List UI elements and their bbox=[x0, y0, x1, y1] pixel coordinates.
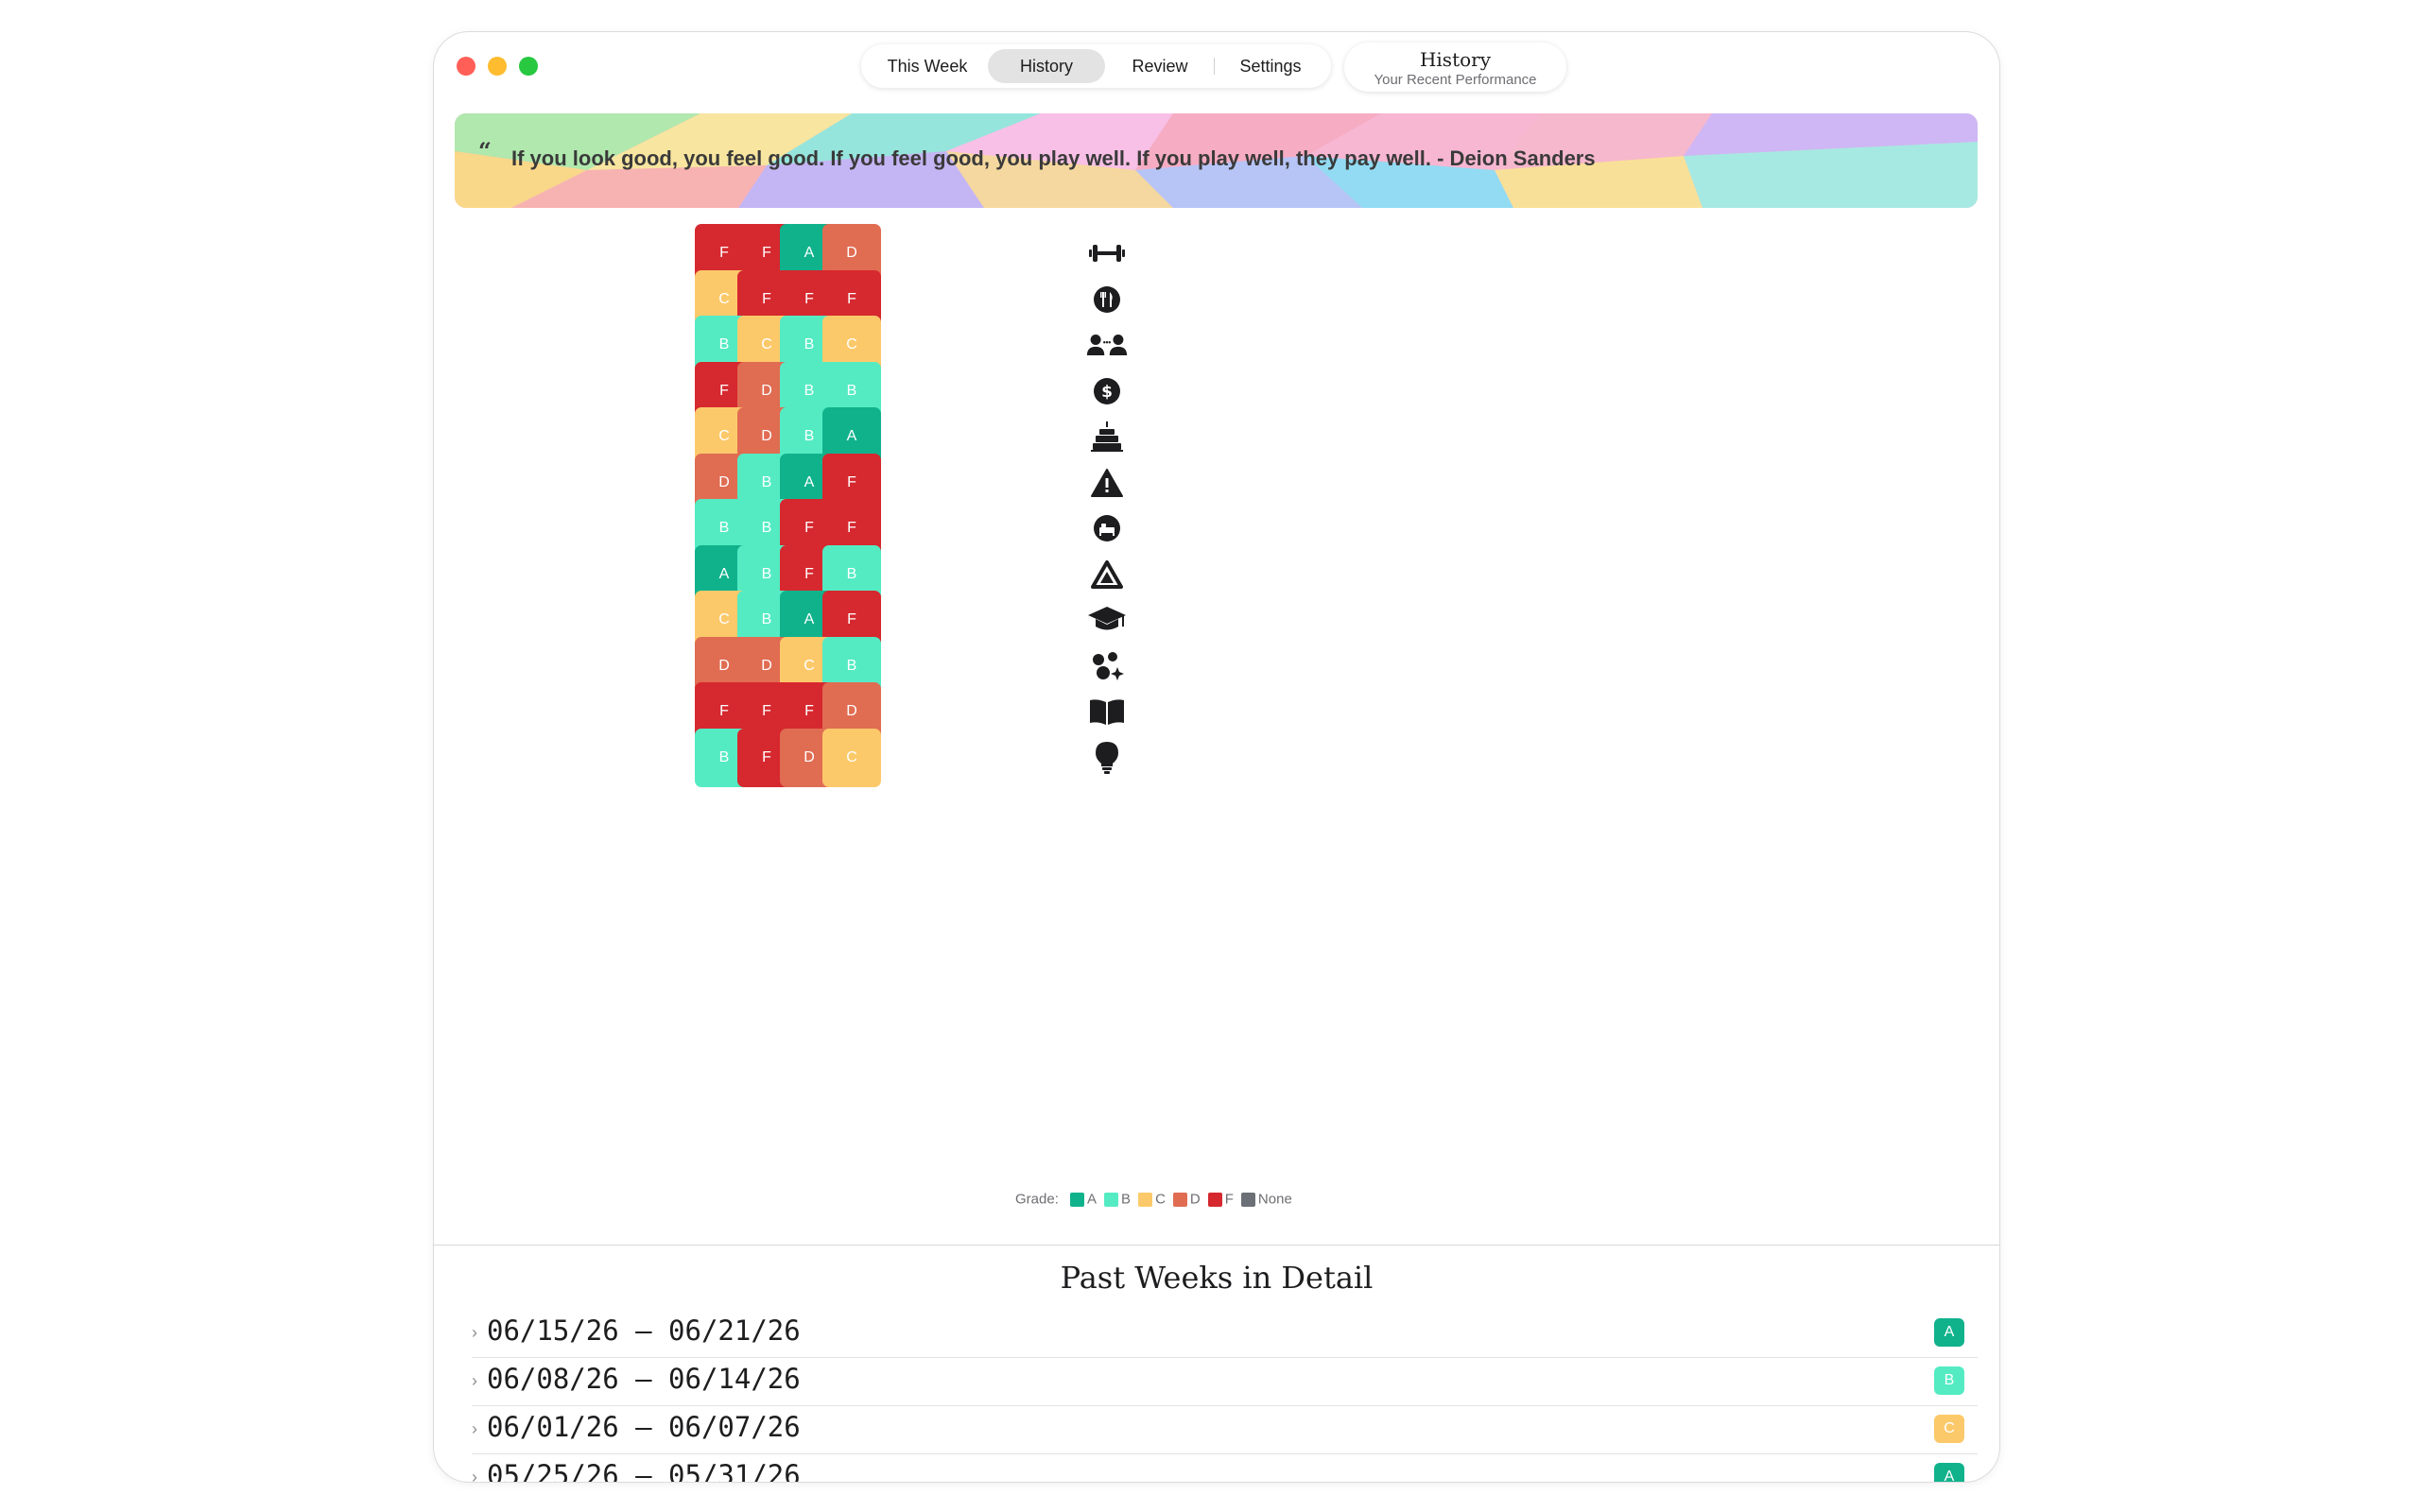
quote-icon: “ bbox=[478, 137, 492, 164]
week-grade-badge: A bbox=[1934, 1318, 1964, 1347]
week-row[interactable]: › 05/25/26 – 05/31/26 A bbox=[472, 1454, 1978, 1483]
triangle-alert-icon bbox=[1086, 554, 1128, 595]
week-grade-badge: B bbox=[1934, 1366, 1964, 1395]
week-range-label: 06/08/26 – 06/14/26 bbox=[487, 1363, 801, 1395]
chevron-right-icon[interactable]: › bbox=[472, 1468, 477, 1482]
close-window-button[interactable] bbox=[457, 57, 475, 76]
legend-item-label: F bbox=[1224, 1191, 1234, 1208]
quote-banner: “ If you look good, you feel good. If yo… bbox=[455, 113, 1978, 208]
window-subtitle: Your Recent Performance bbox=[1374, 72, 1537, 88]
week-row[interactable]: › 06/01/26 – 06/07/26 C bbox=[472, 1406, 1978, 1454]
section-divider bbox=[434, 1245, 1999, 1246]
fork-knife-icon bbox=[1086, 279, 1128, 320]
grade-cell[interactable]: C bbox=[822, 728, 881, 787]
legend-swatch bbox=[1207, 1192, 1222, 1207]
week-range-label: 05/25/26 – 05/31/26 bbox=[487, 1459, 801, 1483]
legend-swatch bbox=[1172, 1192, 1187, 1207]
legend-swatch bbox=[1138, 1192, 1153, 1207]
legend-swatch bbox=[1104, 1192, 1119, 1207]
legend-swatch bbox=[1240, 1192, 1255, 1207]
tab-this-week[interactable]: This Week bbox=[869, 49, 986, 83]
title-bar: This Week History Review Settings Histor… bbox=[434, 32, 1999, 108]
tab-review[interactable]: Review bbox=[1107, 49, 1213, 83]
tab-settings[interactable]: Settings bbox=[1216, 49, 1325, 83]
sparkles-icon bbox=[1086, 645, 1128, 687]
segment-divider bbox=[1214, 58, 1215, 75]
legend-swatch bbox=[1070, 1192, 1085, 1207]
legend-item-label: C bbox=[1155, 1191, 1166, 1208]
week-grade-badge: C bbox=[1934, 1415, 1964, 1443]
cake-icon bbox=[1086, 416, 1128, 457]
week-row[interactable]: › 06/15/26 – 06/21/26 A bbox=[472, 1310, 1978, 1358]
warning-icon bbox=[1086, 462, 1128, 504]
grade-legend: Grade: A B C D F None bbox=[1015, 1191, 1292, 1208]
week-range-label: 06/01/26 – 06/07/26 bbox=[487, 1411, 801, 1443]
quote-text: If you look good, you feel good. If you … bbox=[511, 146, 1596, 170]
dumbbell-icon bbox=[1086, 232, 1128, 274]
zoom-window-button[interactable] bbox=[519, 57, 538, 76]
chevron-right-icon[interactable]: › bbox=[472, 1323, 477, 1343]
lightbulb-icon bbox=[1086, 737, 1128, 779]
dollar-icon: $ bbox=[1086, 370, 1128, 412]
book-icon bbox=[1086, 691, 1128, 732]
tab-history[interactable]: History bbox=[988, 49, 1105, 83]
week-range-label: 06/15/26 – 06/21/26 bbox=[487, 1314, 801, 1347]
chevron-right-icon[interactable]: › bbox=[472, 1419, 477, 1439]
window-title: History bbox=[1419, 48, 1492, 71]
week-grade-badge: A bbox=[1934, 1463, 1964, 1482]
graduation-cap-icon bbox=[1086, 599, 1128, 641]
week-row[interactable]: › 06/08/26 – 06/14/26 B bbox=[472, 1358, 1978, 1406]
legend-items: A B C D F None bbox=[1063, 1191, 1292, 1208]
app-window: This Week History Review Settings Histor… bbox=[433, 31, 2000, 1483]
legend-item-label: A bbox=[1087, 1191, 1098, 1208]
legend-label: Grade: bbox=[1015, 1191, 1059, 1208]
svg-text:$: $ bbox=[1101, 383, 1113, 402]
legend-item-label: D bbox=[1189, 1191, 1201, 1208]
legend-item-label: B bbox=[1121, 1191, 1132, 1208]
past-weeks-title: Past Weeks in Detail bbox=[1060, 1260, 1374, 1296]
window-title-card: History Your Recent Performance bbox=[1344, 43, 1566, 92]
bed-icon bbox=[1086, 507, 1128, 549]
view-switcher: This Week History Review Settings bbox=[861, 44, 1331, 88]
minimize-window-button[interactable] bbox=[488, 57, 507, 76]
people-icon bbox=[1086, 324, 1128, 366]
legend-item-label: None bbox=[1257, 1191, 1292, 1208]
chevron-right-icon[interactable]: › bbox=[472, 1371, 477, 1391]
